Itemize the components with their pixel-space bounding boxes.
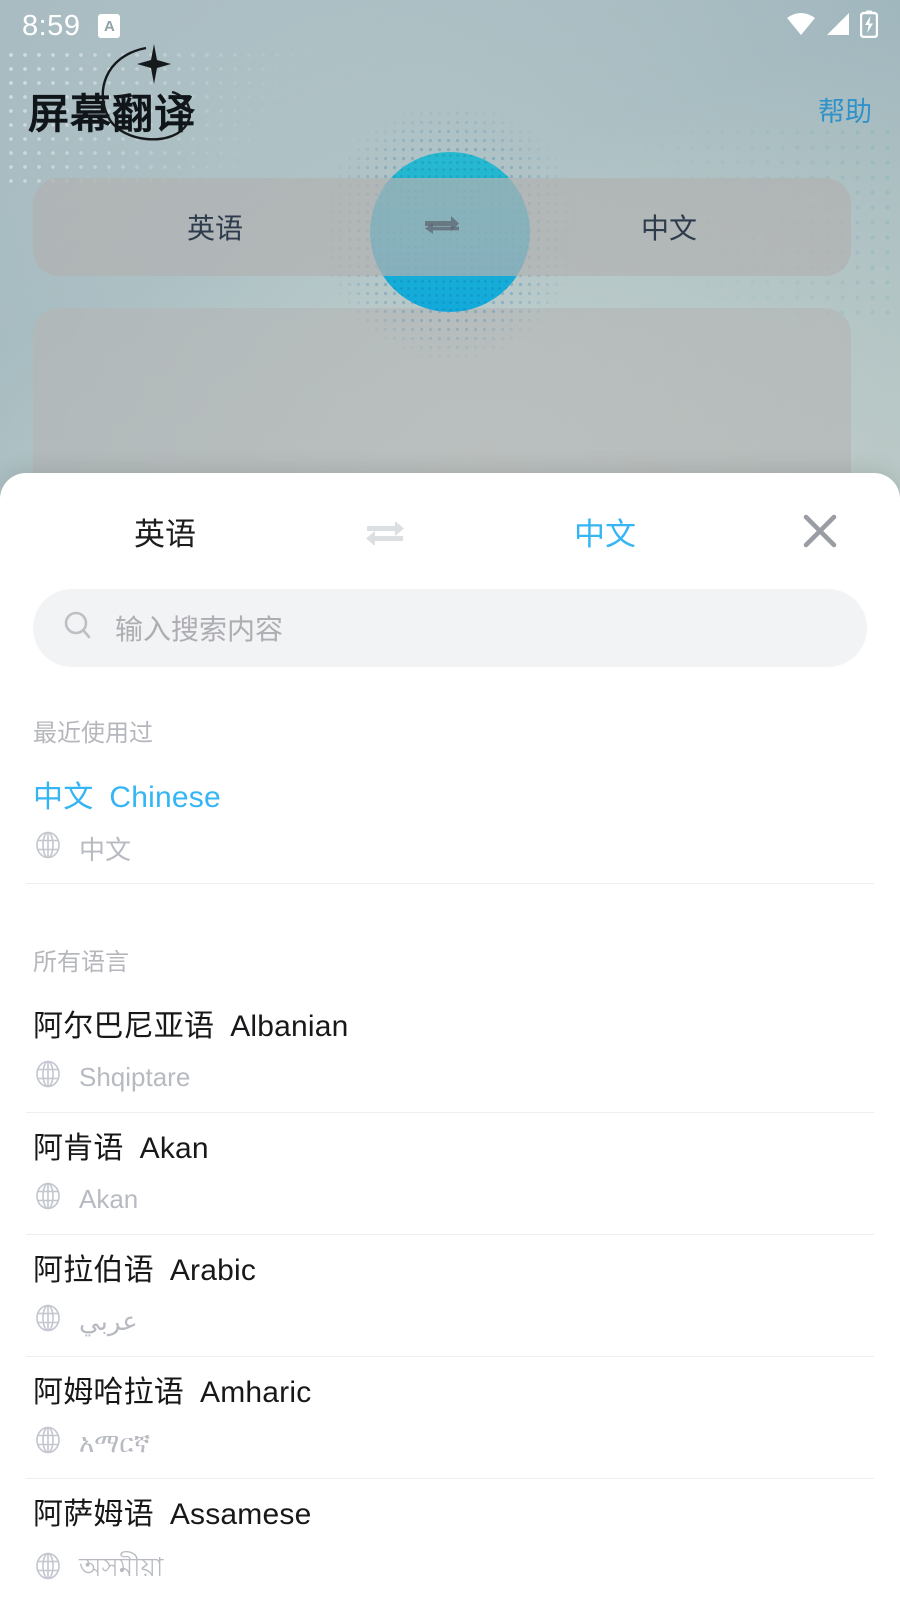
language-name-en: Assamese <box>169 1498 312 1531</box>
language-name-en: Albanian <box>230 1010 349 1043</box>
language-name: 阿姆哈拉语 Amharic <box>33 1357 867 1411</box>
language-name-zh: 阿姆哈拉语 <box>33 1376 184 1409</box>
globe-icon <box>33 1551 63 1588</box>
language-name: 中文 Chinese <box>33 762 867 816</box>
list-item[interactable]: 中文 Chinese 中文 <box>0 762 900 883</box>
language-native-row: Akan <box>33 1167 867 1234</box>
globe-icon <box>33 830 63 867</box>
list-item[interactable]: 阿肯语 Akan Akan <box>0 1113 900 1234</box>
language-native-name: অসমীয়া <box>79 1552 164 1582</box>
app-header: 屏幕翻译 帮助 <box>0 43 900 167</box>
language-native-name: عربي <box>79 1306 138 1336</box>
language-native-name: አማርኛ <box>79 1427 151 1458</box>
wifi-icon <box>786 11 816 42</box>
status-bar-left: 8:59 A <box>22 9 121 43</box>
swap-horizontal-icon[interactable] <box>397 214 487 240</box>
list-item[interactable]: 阿姆哈拉语 Amharic አማርኛ <box>0 1357 900 1478</box>
recent-section-title: 最近使用过 <box>33 720 153 747</box>
language-native-row: 中文 <box>33 816 867 883</box>
sheet-target-language[interactable]: 中文 <box>440 509 770 554</box>
background-target-language[interactable]: 中文 <box>487 207 851 247</box>
globe-icon <box>33 1181 63 1218</box>
status-bar-clock: 8:59 <box>22 9 81 42</box>
background-source-language[interactable]: 英语 <box>33 207 397 247</box>
close-icon[interactable] <box>770 509 884 553</box>
language-native-row: عربي <box>33 1289 867 1356</box>
search-placeholder: 输入搜索内容 <box>115 614 284 645</box>
status-bar-right <box>786 10 879 43</box>
language-name-zh: 中文 <box>33 781 94 814</box>
globe-icon <box>33 1059 63 1096</box>
battery-charging-icon <box>859 10 879 43</box>
globe-icon <box>33 1425 63 1462</box>
language-name-en: Akan <box>139 1132 209 1165</box>
language-name-zh: 阿萨姆语 <box>33 1498 154 1531</box>
status-bar: 8:59 A <box>0 0 900 52</box>
divider <box>26 883 874 884</box>
language-name-en: Amharic <box>200 1376 312 1409</box>
language-native-row: Shqiptare <box>33 1045 867 1112</box>
language-name-en: Arabic <box>169 1254 257 1287</box>
language-name: 阿肯语 Akan <box>33 1113 867 1167</box>
language-native-name: Akan <box>79 1184 139 1214</box>
list-item[interactable]: 阿拉伯语 Arabic عربي <box>0 1235 900 1356</box>
search-input[interactable]: 输入搜索内容 <box>33 589 867 667</box>
page-title: 屏幕翻译 <box>28 43 196 140</box>
swap-horizontal-icon[interactable] <box>330 517 440 545</box>
language-name-zh: 阿肯语 <box>33 1132 124 1165</box>
language-name: 阿萨姆语 Assamese <box>33 1479 867 1533</box>
signal-icon <box>825 11 851 42</box>
language-native-name: 中文 <box>79 835 132 865</box>
globe-icon <box>33 1303 63 1340</box>
notification-badge-icon: A <box>98 14 121 38</box>
language-selector-bar[interactable]: 英语 中文 <box>33 178 851 276</box>
sheet-source-language[interactable]: 英语 <box>0 509 330 554</box>
language-name: 阿拉伯语 Arabic <box>33 1235 867 1289</box>
language-picker-sheet: 英语 中文 输入搜索内容 最近使用过 中文 Chinese 中文 所有语言 阿尔… <box>0 473 900 1600</box>
language-native-name: Shqiptare <box>79 1062 191 1092</box>
language-name: 阿尔巴尼亚语 Albanian <box>33 991 867 1045</box>
list-item[interactable]: 阿尔巴尼亚语 Albanian Shqiptare <box>0 991 900 1112</box>
language-name-zh: 阿尔巴尼亚语 <box>33 1010 215 1043</box>
language-name-en: Chinese <box>109 781 221 814</box>
app-title-text: 屏幕翻译 <box>28 90 196 137</box>
list-item[interactable]: 阿萨姆语 Assamese অসমীয়া <box>0 1479 900 1600</box>
language-name-zh: 阿拉伯语 <box>33 1254 154 1287</box>
search-icon <box>61 609 95 648</box>
all-languages-section-title: 所有语言 <box>33 949 129 976</box>
help-link[interactable]: 帮助 <box>818 90 872 129</box>
language-native-row: አማርኛ <box>33 1411 867 1478</box>
language-native-row: অসমীয়া <box>33 1533 867 1600</box>
sheet-header: 英语 中文 <box>0 473 900 589</box>
